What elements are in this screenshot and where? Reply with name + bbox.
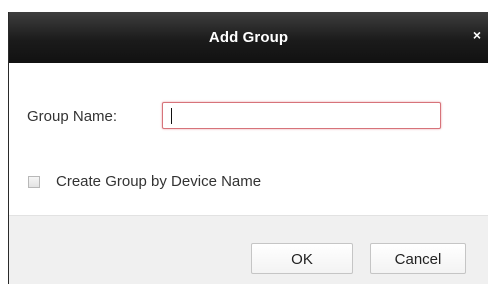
group-name-input[interactable] xyxy=(162,102,441,129)
group-name-label: Group Name: xyxy=(27,108,118,125)
dialog-titlebar[interactable]: Add Group × xyxy=(9,12,488,63)
dialog-footer: OK Cancel xyxy=(9,215,488,284)
close-icon[interactable]: × xyxy=(469,26,485,44)
ok-button[interactable]: OK xyxy=(251,243,353,274)
text-cursor xyxy=(171,108,172,124)
create-by-device-name-label[interactable]: Create Group by Device Name xyxy=(56,173,261,191)
dialog-title: Add Group xyxy=(208,29,289,46)
dialog-body: Group Name: Create Group by Device Name xyxy=(9,63,488,215)
add-group-dialog: Add Group × Group Name: Create Group by … xyxy=(8,12,488,284)
create-by-device-name-checkbox[interactable] xyxy=(28,176,40,188)
cancel-button[interactable]: Cancel xyxy=(370,243,466,274)
